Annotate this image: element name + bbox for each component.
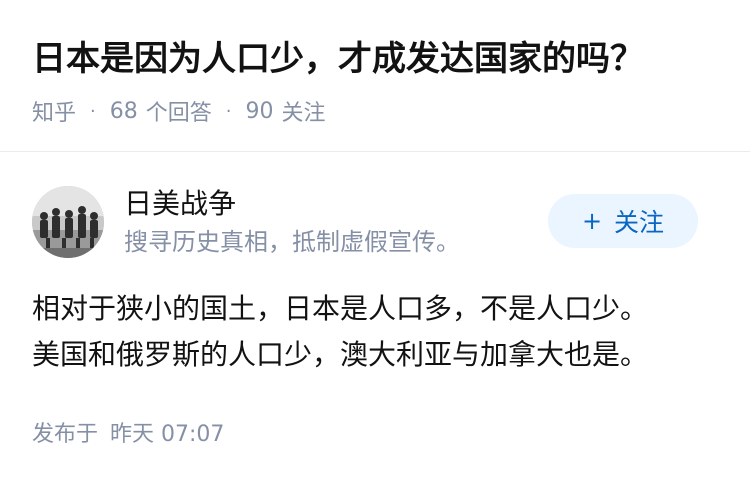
author-row: 日美战争 搜寻历史真相，抵制虚假宣传。 + 关注	[32, 186, 718, 262]
avatar[interactable]	[32, 186, 104, 258]
meta-separator: ·	[225, 100, 232, 122]
answer-count-label: 个回答	[145, 101, 212, 126]
avatar-photo-icon	[32, 186, 104, 258]
follow-button[interactable]: + 关注	[548, 194, 698, 248]
meta-separator: ·	[90, 100, 96, 122]
answer-paragraph: 美国和俄罗斯的人口少，澳大利亚与加拿大也是。	[32, 338, 649, 371]
answer-count: 68	[109, 98, 138, 124]
answer-meta: 发布于 昨天 07:07	[32, 418, 224, 452]
author-bio: 搜寻历史真相，抵制虚假宣传。	[124, 228, 460, 256]
source-label[interactable]: 知乎	[32, 95, 76, 127]
answer-content: 相对于狭小的国土，日本是人口多，不是人口少。 美国和俄罗斯的人口少，澳大利亚与加…	[32, 286, 722, 378]
plus-icon: +	[581, 207, 603, 235]
question-header: 日本是因为人口少，才成发达国家的吗？ 知乎 · 68 个回答 · 90 关注	[0, 0, 750, 152]
follower-count: 90	[245, 98, 274, 124]
published-time: 昨天 07:07	[110, 422, 225, 447]
question-meta: 知乎 · 68 个回答 · 90 关注	[32, 95, 326, 127]
answer-paragraph: 相对于狭小的国土，日本是人口多，不是人口少。	[32, 292, 649, 325]
follow-button-label: 关注	[614, 208, 665, 237]
author-name[interactable]: 日美战争	[124, 186, 236, 222]
question-title[interactable]: 日本是因为人口少，才成发达国家的吗？	[32, 36, 644, 82]
follower-count-label: 关注	[281, 101, 326, 126]
published-label: 发布于	[32, 422, 99, 447]
